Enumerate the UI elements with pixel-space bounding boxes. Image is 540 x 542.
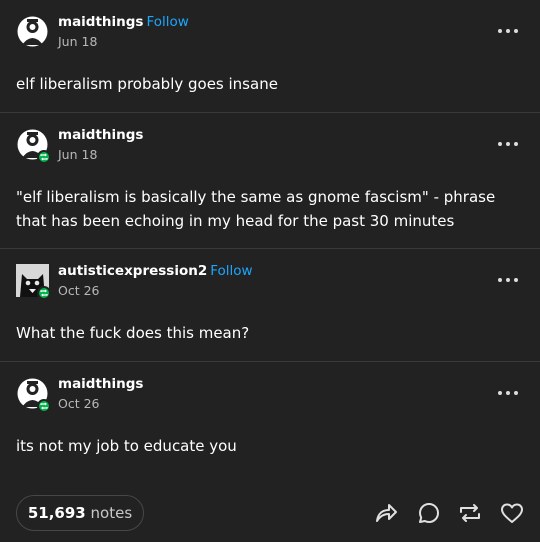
avatar[interactable] [16,15,49,48]
maid-avatar-icon [17,16,48,47]
notes-count: 51,693 [27,504,86,522]
more-options-icon[interactable] [496,389,520,399]
username-link[interactable]: maidthings [58,127,143,143]
more-options-icon[interactable] [496,27,520,37]
post-date[interactable]: Oct 26 [58,283,100,298]
post-header: maidthings Follow [58,14,189,30]
reblog-badge-icon [37,286,51,300]
post-header: maidthings [58,127,143,143]
post-date[interactable]: Jun 18 [58,34,97,49]
reblog-badge-icon [37,150,51,164]
divider [0,248,540,249]
divider [0,112,540,113]
post-content: What the fuck does this mean? [16,324,250,342]
post-content: "elf liberalism is basically the same as… [16,188,496,230]
follow-button[interactable]: Follow [210,263,252,279]
like-icon[interactable] [499,500,525,526]
post-header: autisticexpression2 Follow [58,263,253,279]
follow-button[interactable]: Follow [146,14,188,30]
more-options-icon[interactable] [496,140,520,150]
username-link[interactable]: maidthings [58,376,143,392]
share-icon[interactable] [373,500,399,526]
post-content: its not my job to educate you [16,437,237,455]
post-date[interactable]: Oct 26 [58,396,100,411]
post-date[interactable]: Jun 18 [58,147,97,162]
post-header: maidthings [58,376,143,392]
reblog-badge-icon [37,399,51,413]
reblog-icon[interactable] [457,500,483,526]
username-link[interactable]: autisticexpression2 [58,263,207,279]
reply-icon[interactable] [416,500,442,526]
notes-button[interactable]: 51,693 notes [16,495,144,531]
post-content: elf liberalism probably goes insane [16,75,278,93]
username-link[interactable]: maidthings [58,14,143,30]
notes-label: notes [90,504,133,522]
more-options-icon[interactable] [496,276,520,286]
divider [0,361,540,362]
